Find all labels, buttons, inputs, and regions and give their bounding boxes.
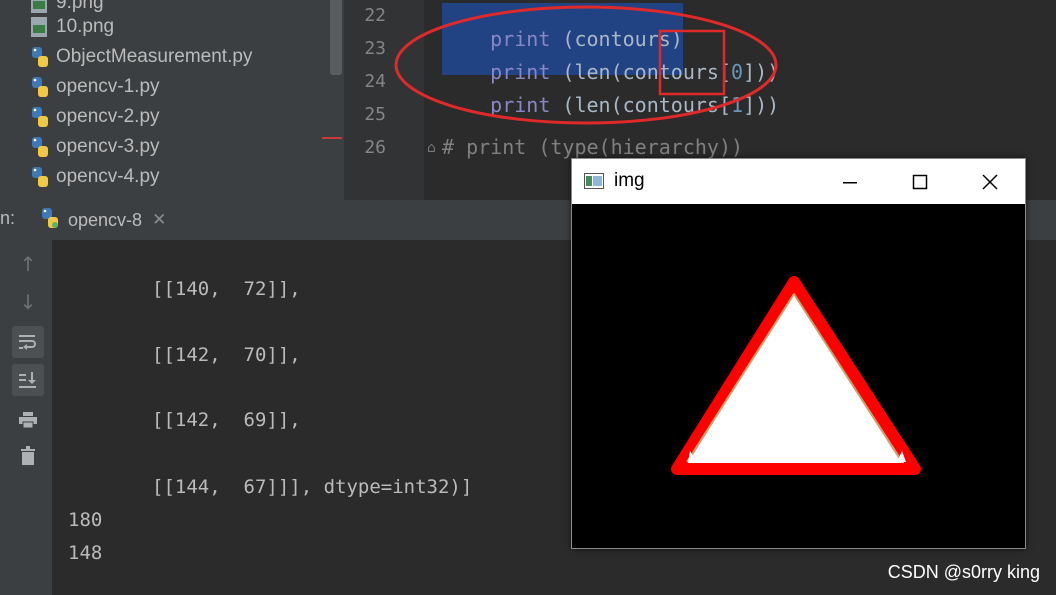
print-icon[interactable] bbox=[12, 404, 44, 436]
arrow-down-icon[interactable]: ↓ bbox=[12, 286, 44, 318]
watermark: CSDN @s0rry king bbox=[887, 562, 1040, 582]
close-tab-icon[interactable]: ✕ bbox=[152, 210, 166, 230]
run-tab-label: opencv-8 bbox=[68, 209, 143, 230]
run-tab[interactable]: opencv-8 ✕ bbox=[30, 200, 190, 243]
img-canvas bbox=[572, 204, 1025, 548]
file-item[interactable]: opencv-1.py bbox=[30, 72, 160, 102]
triangle-image bbox=[671, 276, 921, 475]
project-scrollbar[interactable] bbox=[330, 0, 342, 75]
run-label: n: bbox=[0, 208, 16, 228]
maximize-button[interactable] bbox=[885, 159, 955, 204]
file-item[interactable]: opencv-2.py bbox=[30, 102, 160, 132]
console-line: 180 bbox=[68, 509, 103, 531]
python-file-icon bbox=[30, 46, 50, 68]
file-item[interactable]: ObjectMeasurement.py bbox=[30, 42, 252, 72]
console-line: 148 bbox=[68, 542, 103, 564]
file-item[interactable]: 10.png bbox=[30, 12, 114, 42]
triangle-shape bbox=[671, 276, 921, 475]
console-line: [[140, 72]], bbox=[152, 278, 301, 300]
close-icon bbox=[982, 173, 998, 190]
python-file-icon bbox=[30, 136, 50, 158]
annotation-rect bbox=[658, 29, 726, 96]
python-file-icon bbox=[30, 106, 50, 128]
png-file-icon bbox=[30, 16, 50, 38]
close-button[interactable] bbox=[955, 159, 1025, 204]
gutter-marker bbox=[322, 137, 342, 139]
minimize-button[interactable] bbox=[815, 159, 885, 204]
soft-wrap-icon[interactable] bbox=[12, 326, 44, 358]
maximize-icon bbox=[912, 174, 928, 189]
console-line: [[142, 69]], bbox=[152, 409, 301, 431]
scroll-to-end-icon[interactable] bbox=[12, 364, 44, 396]
file-item[interactable]: opencv-3.py bbox=[30, 132, 160, 162]
img-window-titlebar[interactable]: img bbox=[572, 159, 1025, 204]
img-window[interactable]: img bbox=[571, 158, 1026, 549]
console-toolbar: ↑ ↓ bbox=[0, 240, 52, 595]
console-line: [[144, 67]]], dtype=int32)] bbox=[152, 476, 473, 498]
window-app-icon bbox=[584, 173, 604, 193]
python-file-icon bbox=[30, 166, 50, 188]
console-line: [[142, 70]], bbox=[152, 344, 301, 366]
project-panel: 9.png 10.png ObjectMeasurement.py opencv… bbox=[0, 0, 344, 200]
img-window-title: img bbox=[614, 170, 645, 191]
minimize-icon bbox=[843, 181, 857, 183]
trash-icon[interactable] bbox=[12, 440, 44, 472]
file-item[interactable]: opencv-4.py bbox=[30, 162, 160, 192]
python-file-icon bbox=[30, 76, 50, 98]
annotation-ellipse bbox=[394, 5, 778, 125]
python-icon bbox=[40, 207, 60, 233]
arrow-up-icon[interactable]: ↑ bbox=[12, 248, 44, 280]
